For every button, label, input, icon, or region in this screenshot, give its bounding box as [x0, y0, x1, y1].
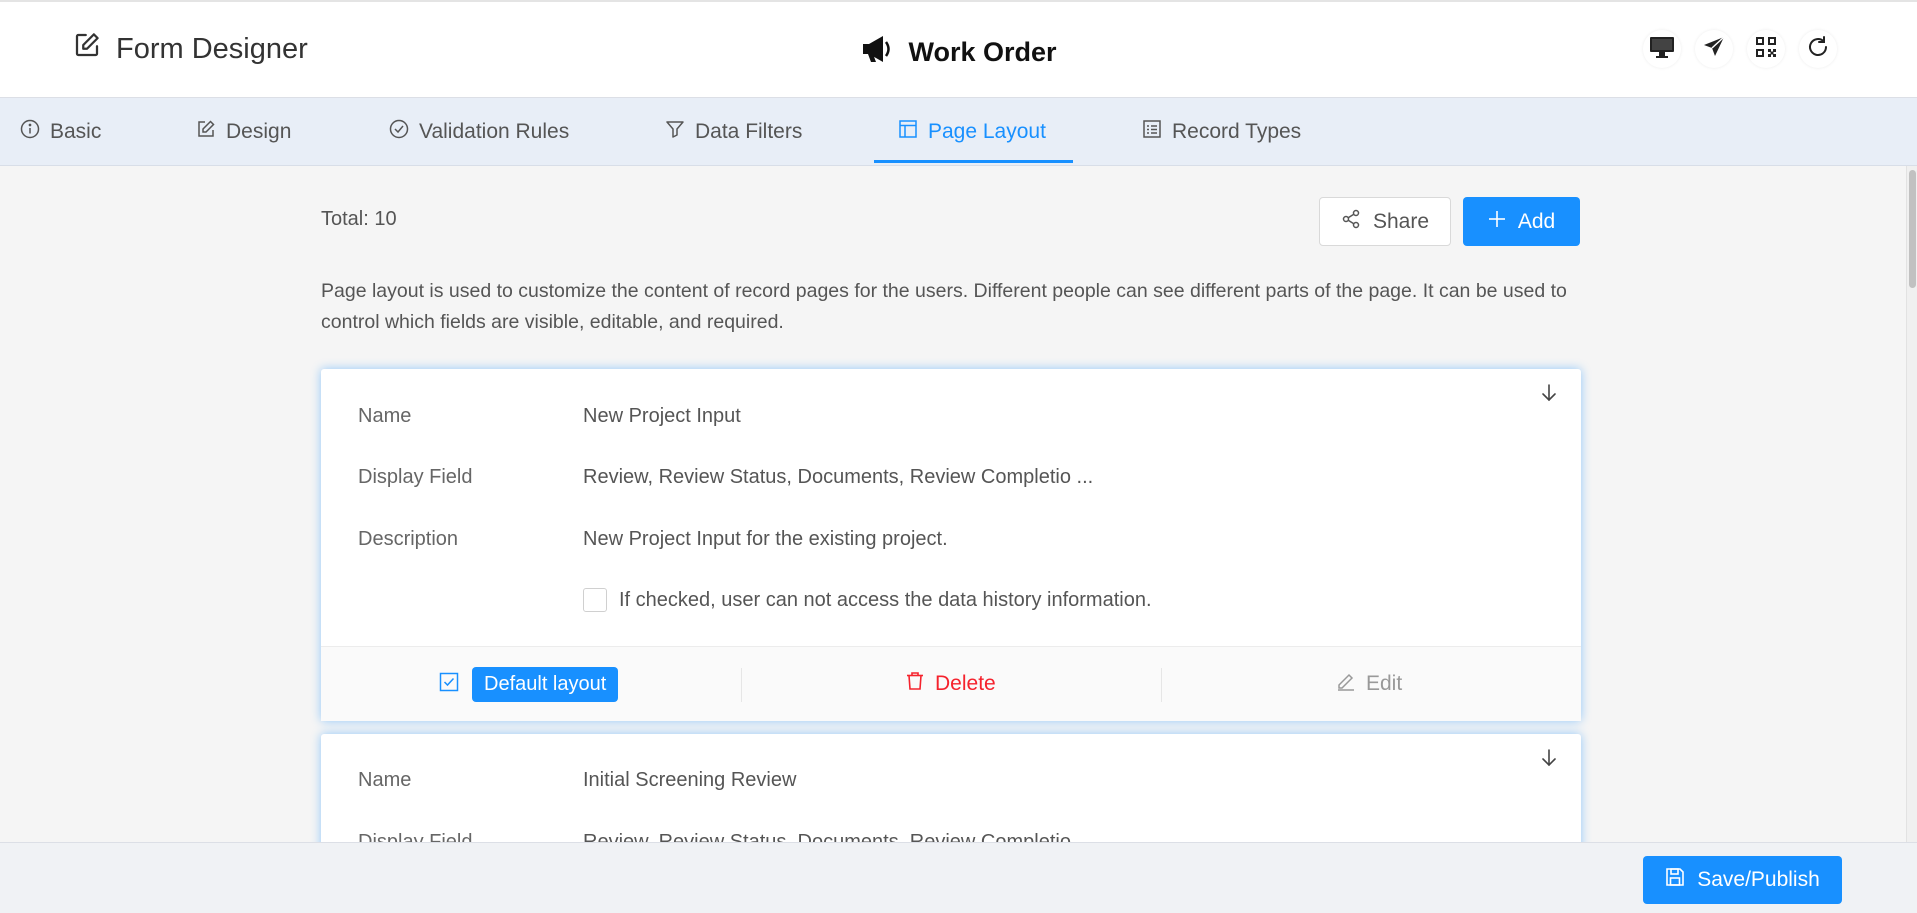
action-divider	[1161, 668, 1162, 702]
tab-label: Page Layout	[928, 120, 1046, 143]
save-publish-label: Save/Publish	[1697, 868, 1820, 891]
tab-basic[interactable]: Basic	[20, 98, 101, 166]
default-layout-toggle[interactable]: Default layout	[439, 667, 619, 702]
layout-card: Name Initial Screening Review Display Fi…	[321, 734, 1581, 842]
active-tab-indicator	[874, 160, 1073, 163]
refresh-button[interactable]	[1799, 30, 1837, 68]
filter-icon	[665, 119, 685, 145]
info-icon	[20, 119, 40, 145]
description-row: Description New Project Input for the ex…	[358, 528, 948, 551]
list-icon	[1142, 119, 1162, 145]
refresh-icon	[1806, 35, 1830, 64]
tab-bar: Basic Design Validation Rules Data Filte…	[0, 98, 1917, 166]
name-label: Name	[358, 769, 412, 791]
add-button[interactable]: Add	[1463, 197, 1580, 246]
tab-label: Validation Rules	[419, 120, 570, 143]
edit-button[interactable]: Edit	[1336, 671, 1402, 697]
name-row: Name New Project Input	[358, 405, 741, 428]
main-content[interactable]: Total: 10 Share Add Page layout is used …	[0, 166, 1906, 842]
history-access-checkbox[interactable]	[583, 588, 607, 612]
name-row: Name Initial Screening Review	[358, 769, 796, 792]
page-layout-description: Page layout is used to customize the con…	[321, 280, 1567, 333]
footer-bar: Save/Publish	[0, 842, 1917, 913]
description-label: Description	[358, 528, 459, 550]
scrollbar-thumb[interactable]	[1909, 170, 1916, 288]
share-label: Share	[1372, 209, 1430, 233]
display-field-value: Review, Review Status, Documents, Review…	[583, 831, 1094, 842]
arrow-down-icon[interactable]	[1539, 748, 1559, 773]
app-header: Form Designer Work Order	[0, 0, 1917, 98]
history-access-label: If checked, user can not access the data…	[619, 588, 1152, 611]
send-button[interactable]	[1695, 30, 1733, 68]
pencil-icon	[1336, 671, 1356, 697]
tab-label: Design	[226, 120, 292, 143]
checkbox-checked-icon[interactable]	[439, 672, 459, 697]
qrcode-button[interactable]	[1747, 30, 1785, 68]
tab-label: Data Filters	[695, 120, 803, 143]
display-field-row: Display Field Review, Review Status, Doc…	[358, 466, 1093, 489]
tab-data-filters[interactable]: Data Filters	[665, 98, 802, 166]
card-actions: Default layout Delete Edit	[321, 646, 1581, 721]
check-circle-icon	[389, 119, 409, 145]
display-field-row: Display Field Review, Review Status, Doc…	[358, 831, 1093, 842]
megaphone-icon	[860, 34, 894, 71]
name-value: Initial Screening Review	[583, 769, 797, 791]
qrcode-icon	[1755, 36, 1777, 63]
delete-label: Delete	[935, 672, 996, 695]
add-label: Add	[1517, 209, 1556, 233]
layout-card: Name New Project Input Display Field Rev…	[321, 369, 1581, 721]
tab-label: Record Types	[1172, 120, 1302, 143]
arrow-down-icon[interactable]	[1539, 383, 1559, 408]
display-field-value: Review, Review Status, Documents, Review…	[583, 466, 1094, 488]
total-count: Total: 10	[321, 208, 397, 230]
save-publish-button[interactable]: Save/Publish	[1643, 856, 1842, 904]
name-label: Name	[358, 405, 412, 427]
tab-record-types[interactable]: Record Types	[1142, 98, 1301, 166]
save-icon	[1665, 867, 1685, 893]
share-icon	[1341, 209, 1361, 235]
action-divider	[741, 668, 742, 702]
share-button[interactable]: Share	[1319, 197, 1451, 246]
form-title-group: Work Order	[0, 34, 1917, 71]
form-title: Work Order	[908, 37, 1057, 67]
edit-label: Edit	[1366, 672, 1403, 695]
header-tools	[1643, 30, 1837, 68]
display-field-label: Display Field	[358, 831, 473, 842]
plus-icon	[1488, 210, 1506, 234]
tab-page-layout[interactable]: Page Layout	[898, 98, 1046, 166]
description-value: New Project Input for the existing proje…	[583, 528, 948, 550]
vertical-scrollbar[interactable]	[1906, 166, 1917, 842]
trash-icon	[905, 671, 925, 697]
name-value: New Project Input	[583, 405, 741, 427]
tab-design[interactable]: Design	[196, 98, 291, 166]
send-icon	[1702, 35, 1726, 64]
layout-icon	[898, 119, 918, 145]
display-field-label: Display Field	[358, 466, 473, 488]
tab-validation-rules[interactable]: Validation Rules	[389, 98, 569, 166]
edit-icon	[196, 119, 216, 145]
delete-button[interactable]: Delete	[905, 671, 996, 697]
history-access-option: If checked, user can not access the data…	[583, 588, 1152, 612]
tab-label: Basic	[50, 120, 102, 143]
desktop-preview-button[interactable]	[1643, 30, 1681, 68]
desktop-icon	[1649, 35, 1675, 64]
default-layout-badge[interactable]: Default layout	[472, 667, 619, 702]
